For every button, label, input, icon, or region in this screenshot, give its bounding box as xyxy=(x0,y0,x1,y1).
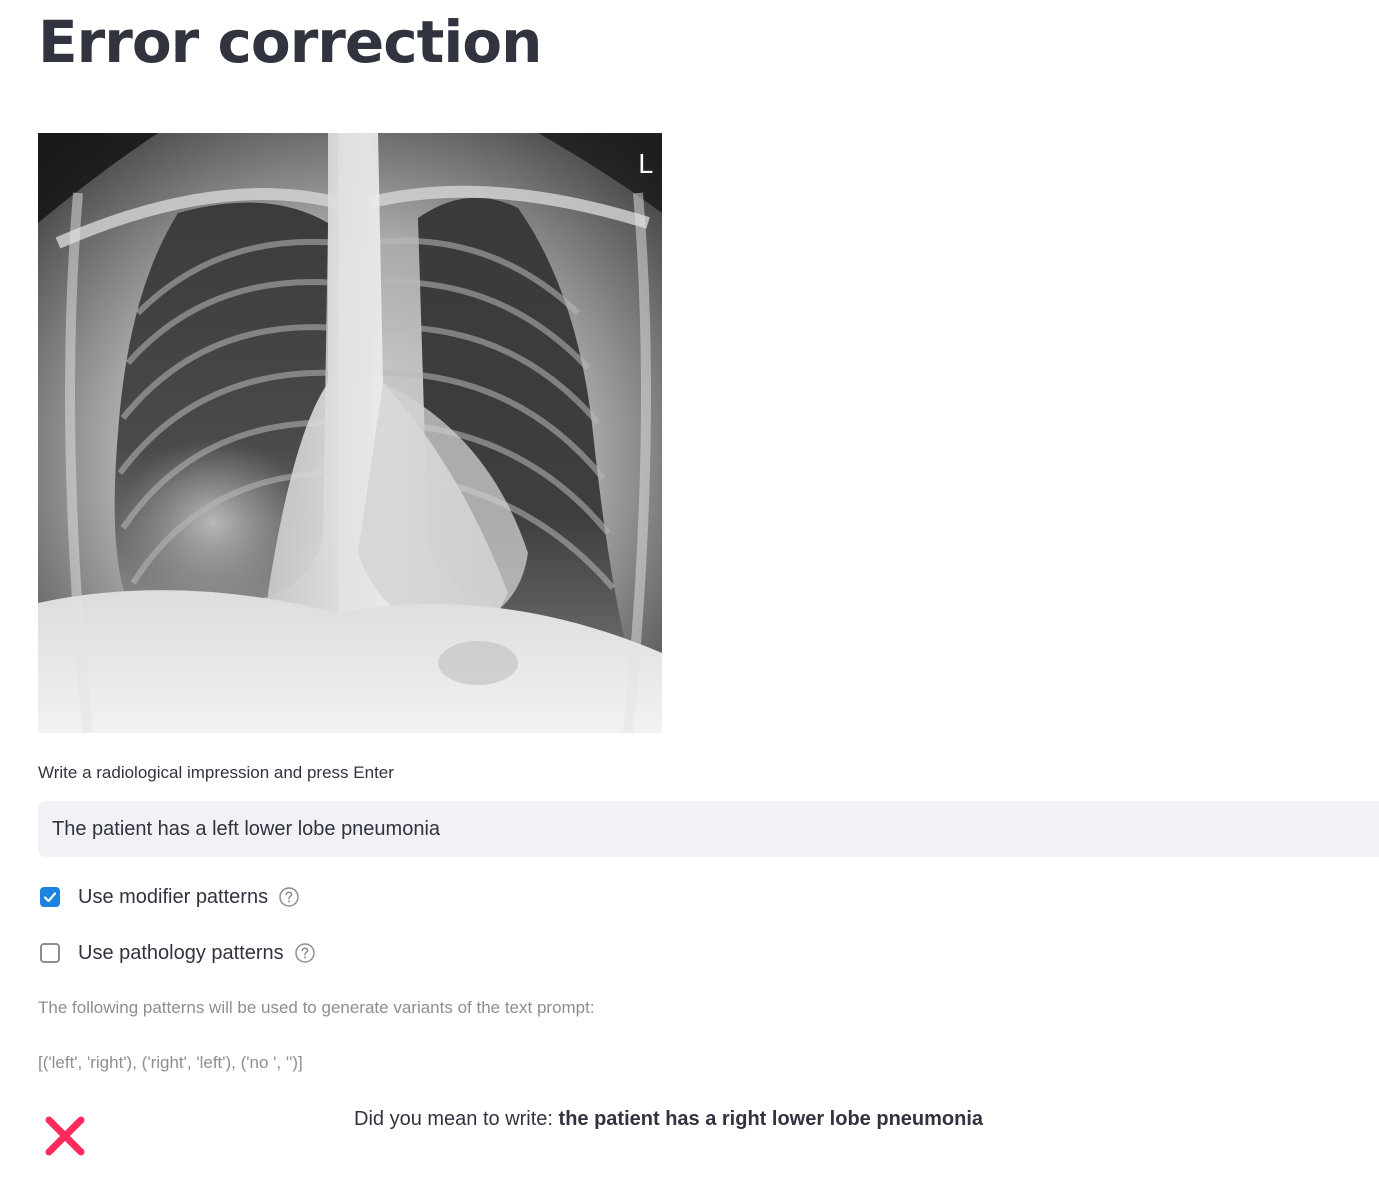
patterns-intro-text: The following patterns will be used to g… xyxy=(38,998,595,1017)
correction-suggestion: Did you mean to write: the patient has a… xyxy=(354,1105,983,1133)
checkbox-checked-icon[interactable] xyxy=(40,887,60,907)
help-circle-icon[interactable] xyxy=(294,942,316,964)
impression-input-wrapper[interactable] xyxy=(38,801,1379,857)
checkbox-unchecked-icon[interactable] xyxy=(40,943,60,963)
pathology-patterns-label: Use pathology patterns xyxy=(78,941,284,964)
prompt-label: Write a radiological impression and pres… xyxy=(38,763,394,782)
suggestion-lead: Did you mean to write: xyxy=(354,1108,559,1130)
modifier-patterns-label: Use modifier patterns xyxy=(78,885,269,908)
side-marker: L xyxy=(638,150,653,180)
patterns-list-text: [('left', 'right'), ('right', 'left'), (… xyxy=(38,1053,303,1072)
chest-xray-image: L xyxy=(38,133,662,733)
suggested-text: the patient has a right lower lobe pneum… xyxy=(558,1108,984,1130)
pathology-patterns-checkbox[interactable]: Use pathology patterns xyxy=(40,939,316,967)
cross-icon xyxy=(44,1115,86,1157)
modifier-patterns-checkbox[interactable]: Use modifier patterns xyxy=(40,883,300,911)
impression-input[interactable] xyxy=(52,817,1365,841)
page-title: Error correction xyxy=(38,8,542,76)
help-circle-icon[interactable] xyxy=(278,886,300,908)
